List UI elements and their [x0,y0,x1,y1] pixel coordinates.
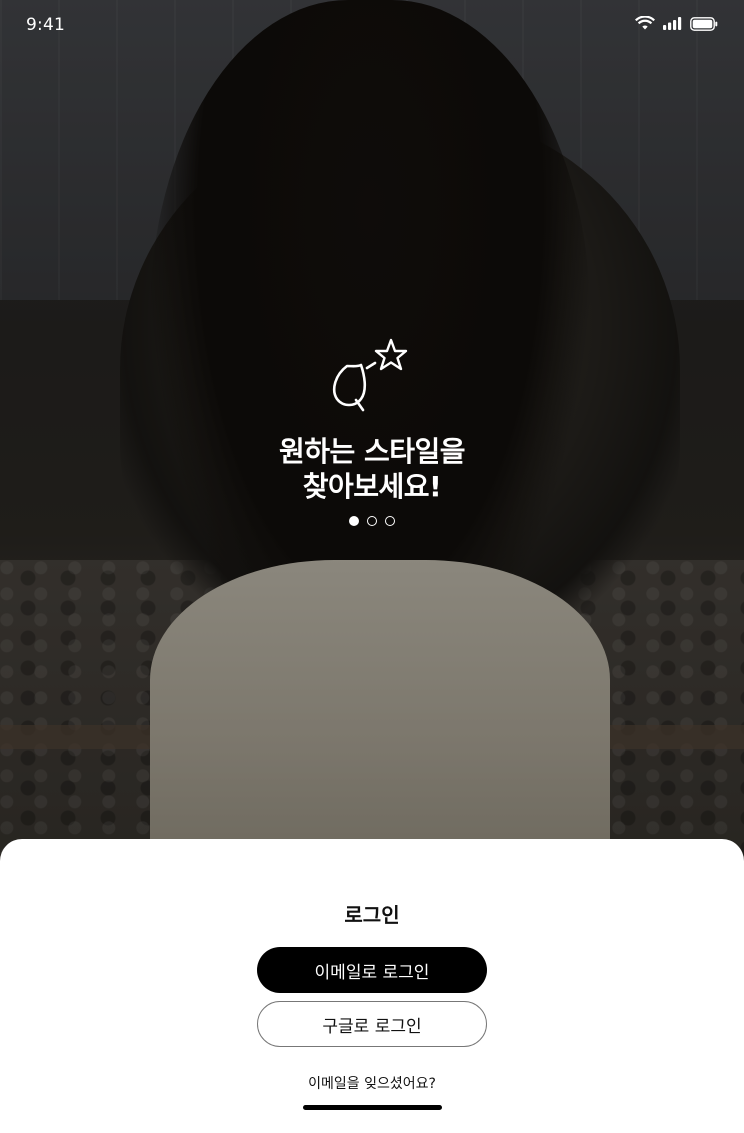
onboarding-title: 원하는 스타일을 찾아보세요! [0,434,744,504]
login-screen: 9:41 원하는 스타일을 찾아보세요! 로그인 이메일로 로그인 구글로 로그… [0,0,744,1133]
signal-icon [663,17,682,30]
page-indicator [0,516,744,526]
login-title: 로그인 [344,903,400,927]
google-login-button[interactable]: 구글로 로그인 [257,1001,487,1047]
home-indicator [303,1105,442,1110]
status-bar: 9:41 [0,0,744,52]
email-login-button[interactable]: 이메일로 로그인 [257,947,487,993]
battery-icon [690,16,718,31]
onboarding-slide: 원하는 스타일을 찾아보세요! [0,335,744,526]
page-dot-2[interactable] [367,516,377,526]
onboarding-title-line-2: 찾아보세요! [302,470,442,503]
leaf-star-logo-icon [333,338,408,412]
status-time: 9:41 [26,15,65,35]
wifi-icon [635,16,655,30]
login-sheet: 로그인 이메일로 로그인 구글로 로그인 이메일을 잊으셨어요? [0,839,744,1133]
onboarding-title-line-1: 원하는 스타일을 [278,435,466,468]
page-dot-1[interactable] [349,516,359,526]
forgot-email-link[interactable]: 이메일을 잊으셨어요? [0,1073,744,1093]
page-dot-3[interactable] [385,516,395,526]
